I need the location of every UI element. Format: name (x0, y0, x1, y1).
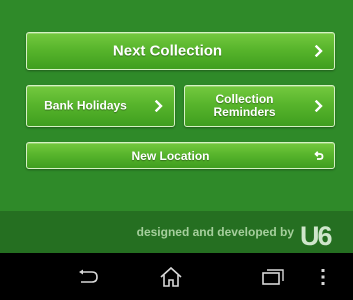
recent-apps-button[interactable] (243, 253, 303, 300)
credits-footer: designed and developed by U6 (0, 211, 353, 253)
chevron-right-icon (314, 100, 323, 112)
main-menu: Next Collection Bank Holidays Collection… (0, 0, 353, 211)
next-collection-button[interactable]: Next Collection (26, 32, 335, 70)
collection-reminders-button[interactable]: Collection Reminders (184, 85, 335, 127)
chevron-right-icon (154, 100, 163, 112)
app-screen: Next Collection Bank Holidays Collection… (0, 0, 353, 253)
home-button[interactable] (141, 253, 201, 300)
home-icon (160, 266, 182, 287)
return-arrow-icon (314, 150, 324, 160)
u6-logo[interactable]: U6 (299, 219, 343, 251)
overflow-menu-icon (321, 268, 325, 285)
bank-holidays-button[interactable]: Bank Holidays (26, 85, 175, 127)
system-navigation-bar (0, 253, 353, 300)
collection-reminders-label: Collection Reminders (213, 92, 276, 119)
recent-apps-icon (262, 268, 284, 285)
new-location-label: New Location (131, 148, 210, 163)
overflow-menu-button[interactable] (298, 253, 348, 300)
svg-text:U6: U6 (300, 221, 332, 251)
back-button[interactable] (58, 253, 118, 300)
new-location-button[interactable]: New Location (26, 142, 335, 169)
next-collection-label: Next Collection (112, 42, 223, 60)
credit-text: designed and developed by (136, 225, 294, 239)
chevron-right-icon (314, 45, 323, 57)
bank-holidays-label: Bank Holidays (44, 98, 127, 113)
back-icon (79, 269, 98, 283)
